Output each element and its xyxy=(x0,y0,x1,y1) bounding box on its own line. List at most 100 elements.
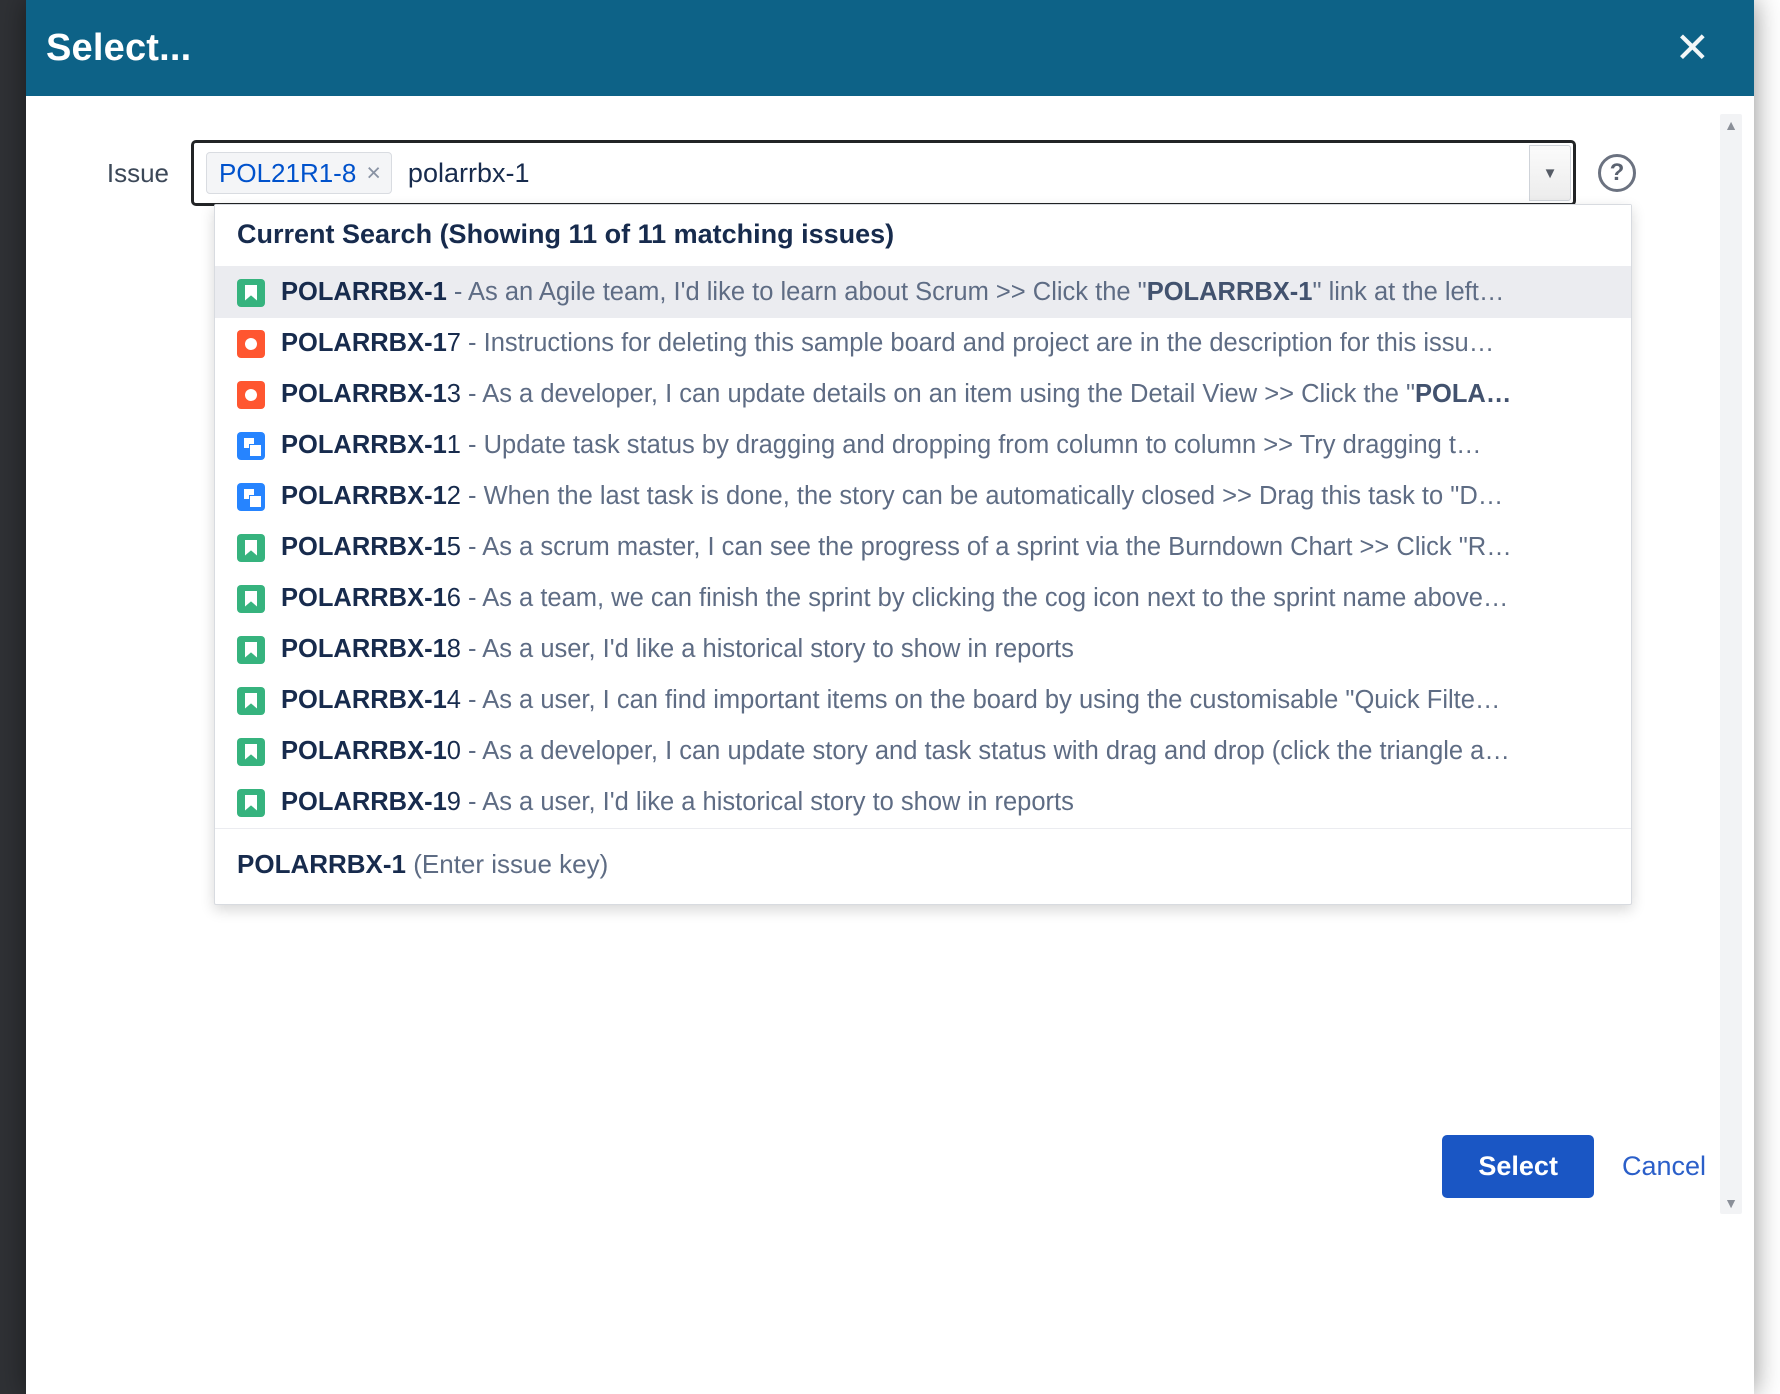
dropdown-item-key-rest: 3 xyxy=(446,380,461,408)
dropdown-item-key-rest: 7 xyxy=(446,329,461,357)
dropdown-item-key-match: POLARRBX-1 xyxy=(281,278,447,306)
story-icon xyxy=(237,788,265,817)
dropdown-item-key: POLARRBX-15 xyxy=(281,533,461,561)
dropdown-item-key-rest: 6 xyxy=(446,584,461,612)
dropdown-item-text: POLARRBX-10 - As a developer, I can upda… xyxy=(281,737,1510,766)
dropdown-item-text: POLARRBX-18 - As a user, I'd like a hist… xyxy=(281,635,1074,664)
dropdown-item-key-match: POLARRBX-1 xyxy=(281,329,447,357)
dropdown-item-key: POLARRBX-13 xyxy=(281,380,461,408)
dropdown-item-key: POLARRBX-11 xyxy=(281,431,461,459)
dropdown-footer-hint: (Enter issue key) xyxy=(406,849,609,879)
dropdown-item-key-rest: 2 xyxy=(446,482,461,510)
dropdown-item-summary: - As a scrum master, I can see the progr… xyxy=(460,533,1512,561)
dropdown-item-summary: - As a developer, I can update story and… xyxy=(460,737,1510,765)
bug-icon xyxy=(237,380,265,409)
dialog-scrollbar[interactable]: ▲ ▼ xyxy=(1720,114,1742,1214)
dropdown-item-text: POLARRBX-1 - As an Agile team, I'd like … xyxy=(281,278,1504,307)
dropdown-item[interactable]: POLARRBX-19 - As a user, I'd like a hist… xyxy=(215,777,1631,828)
dropdown-item-key-rest: 1 xyxy=(446,431,461,459)
select-issue-dialog: Select... ✕ ▲ ▼ Issue POL21R1-8 × polarr… xyxy=(26,0,1754,1394)
dropdown-item-key-match: POLARRBX-1 xyxy=(281,737,447,765)
dropdown-item[interactable]: POLARRBX-12 - When the last task is done… xyxy=(215,471,1631,522)
dropdown-item-key: POLARRBX-12 xyxy=(281,482,461,510)
dialog-body: ▲ ▼ Issue POL21R1-8 × polarrbx-1 ▼ ? Cur… xyxy=(26,96,1754,1394)
dropdown-item-key-rest: 8 xyxy=(446,635,461,663)
chevron-down-icon[interactable]: ▼ xyxy=(1529,145,1571,201)
dropdown-item-key-match: POLARRBX-1 xyxy=(281,788,447,816)
dropdown-item-key-rest: 5 xyxy=(446,533,461,561)
selected-issue-chip[interactable]: POL21R1-8 × xyxy=(206,152,392,194)
dropdown-item-key-match: POLARRBX-1 xyxy=(281,431,447,459)
story-icon xyxy=(237,635,265,664)
subtask-icon xyxy=(237,482,265,511)
dropdown-item-key-match: POLARRBX-1 xyxy=(281,635,447,663)
dropdown-item[interactable]: POLARRBX-16 - As a team, we can finish t… xyxy=(215,573,1631,624)
dropdown-item-summary: - As an Agile team, I'd like to learn ab… xyxy=(446,278,1505,306)
dropdown-item-key-rest: 4 xyxy=(446,686,461,714)
dropdown-item-key: POLARRBX-19 xyxy=(281,788,461,816)
dropdown-item-text: POLARRBX-13 - As a developer, I can upda… xyxy=(281,380,1511,409)
cancel-button[interactable]: Cancel xyxy=(1622,1151,1706,1182)
dropdown-item-text: POLARRBX-14 - As a user, I can find impo… xyxy=(281,686,1500,715)
dropdown-item-key-match: POLARRBX-1 xyxy=(281,686,447,714)
close-icon[interactable]: ✕ xyxy=(1665,23,1720,73)
dropdown-item-summary: - As a team, we can finish the sprint by… xyxy=(460,584,1509,612)
dropdown-item-key: POLARRBX-1 xyxy=(281,278,447,306)
story-icon xyxy=(237,737,265,766)
dropdown-footer-key: POLARRBX-1 xyxy=(237,849,407,879)
dropdown-item-key-match: POLARRBX-1 xyxy=(281,584,447,612)
dropdown-list: POLARRBX-1 - As an Agile team, I'd like … xyxy=(215,266,1631,828)
story-icon xyxy=(237,533,265,562)
scrollbar-down-arrow-icon[interactable]: ▼ xyxy=(1720,1192,1742,1214)
issue-picker-row: Issue POL21R1-8 × polarrbx-1 ▼ ? xyxy=(26,140,1686,206)
subtask-icon xyxy=(237,431,265,460)
select-button[interactable]: Select xyxy=(1442,1135,1594,1198)
dropdown-item[interactable]: POLARRBX-11 - Update task status by drag… xyxy=(215,420,1631,471)
dropdown-item-text: POLARRBX-15 - As a scrum master, I can s… xyxy=(281,533,1512,562)
dropdown-item-text: POLARRBX-11 - Update task status by drag… xyxy=(281,431,1482,460)
dropdown-item-text: POLARRBX-12 - When the last task is done… xyxy=(281,482,1503,511)
dialog-title: Select... xyxy=(46,26,192,69)
dropdown-item-key: POLARRBX-14 xyxy=(281,686,461,714)
dropdown-item[interactable]: POLARRBX-13 - As a developer, I can upda… xyxy=(215,369,1631,420)
story-icon xyxy=(237,686,265,715)
help-icon[interactable]: ? xyxy=(1598,154,1636,192)
issue-search-input[interactable]: polarrbx-1 xyxy=(408,158,530,189)
dropdown-item-summary: - Instructions for deleting this sample … xyxy=(460,329,1495,357)
dropdown-heading: Current Search (Showing 11 of 11 matchin… xyxy=(215,205,1631,266)
dropdown-item-summary: - As a user, I'd like a historical story… xyxy=(460,788,1074,816)
dropdown-item-summary: - When the last task is done, the story … xyxy=(460,482,1504,510)
dropdown-item[interactable]: POLARRBX-10 - As a developer, I can upda… xyxy=(215,726,1631,777)
dropdown-item-key: POLARRBX-16 xyxy=(281,584,461,612)
dropdown-item-key-rest: 0 xyxy=(446,737,461,765)
dropdown-item[interactable]: POLARRBX-14 - As a user, I can find impo… xyxy=(215,675,1631,726)
dropdown-item-key-rest: 9 xyxy=(446,788,461,816)
story-icon xyxy=(237,584,265,613)
dialog-header: Select... ✕ xyxy=(26,0,1754,96)
dropdown-item-key-match: POLARRBX-1 xyxy=(281,482,447,510)
dropdown-item-summary: - Update task status by dragging and dro… xyxy=(460,431,1482,459)
dialog-footer: Select Cancel xyxy=(1442,1135,1706,1198)
dropdown-item-key: POLARRBX-10 xyxy=(281,737,461,765)
dropdown-item-key: POLARRBX-18 xyxy=(281,635,461,663)
dropdown-item[interactable]: POLARRBX-18 - As a user, I'd like a hist… xyxy=(215,624,1631,675)
dropdown-item[interactable]: POLARRBX-17 - Instructions for deleting … xyxy=(215,318,1631,369)
remove-chip-icon[interactable]: × xyxy=(366,159,381,188)
dropdown-item[interactable]: POLARRBX-1 - As an Agile team, I'd like … xyxy=(215,267,1631,318)
dropdown-item-summary: - As a developer, I can update details o… xyxy=(460,380,1512,408)
dropdown-item-summary: - As a user, I can find important items … xyxy=(460,686,1501,714)
dropdown-item-key-match: POLARRBX-1 xyxy=(281,533,447,561)
dropdown-item-text: POLARRBX-17 - Instructions for deleting … xyxy=(281,329,1494,358)
scrollbar-up-arrow-icon[interactable]: ▲ xyxy=(1720,114,1742,136)
issue-suggestions-dropdown: Current Search (Showing 11 of 11 matchin… xyxy=(214,204,1632,905)
story-icon xyxy=(237,278,265,307)
dropdown-item-text: POLARRBX-19 - As a user, I'd like a hist… xyxy=(281,788,1074,817)
dropdown-enter-issue-key-row[interactable]: POLARRBX-1 (Enter issue key) xyxy=(215,828,1631,904)
dropdown-item[interactable]: POLARRBX-15 - As a scrum master, I can s… xyxy=(215,522,1631,573)
dropdown-item-key: POLARRBX-17 xyxy=(281,329,461,357)
issue-input-field[interactable]: POL21R1-8 × polarrbx-1 ▼ xyxy=(191,140,1576,206)
dropdown-item-key-match: POLARRBX-1 xyxy=(281,380,447,408)
bug-icon xyxy=(237,329,265,358)
dropdown-item-text: POLARRBX-16 - As a team, we can finish t… xyxy=(281,584,1508,613)
selected-issue-chip-label: POL21R1-8 xyxy=(219,157,357,188)
